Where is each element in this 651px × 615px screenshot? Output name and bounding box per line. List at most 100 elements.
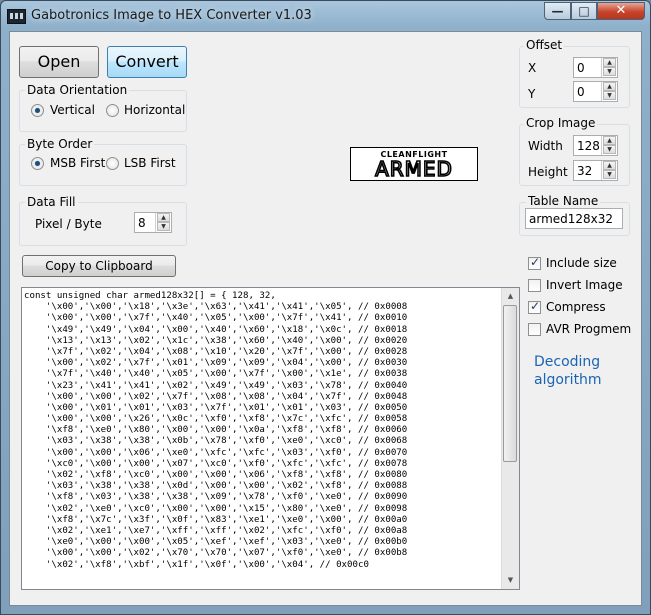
code-line: '\x23','\x41','\x41','\x02','\x49','\x49… — [24, 380, 408, 391]
include-size-checkbox[interactable] — [528, 255, 541, 270]
code-line: '\xc0','\x00','\x00','\x07','\xc0','\xf0… — [24, 458, 408, 469]
app-icon[interactable] — [7, 9, 26, 24]
code-line: '\x00','\x00','\x18','\x3e','\x63','\x41… — [24, 302, 408, 313]
offset-x-value[interactable]: 0 — [577, 61, 585, 75]
table-name-input[interactable]: armed128x32 — [525, 208, 623, 229]
horizontal-radio[interactable] — [106, 104, 119, 117]
window-title: Gabotronics Image to HEX Converter v1.03 — [31, 8, 312, 23]
minimize-icon: — — [551, 4, 564, 18]
pixel-per-byte-spinner[interactable]: 8 ▲ ▼ — [134, 212, 172, 233]
code-line: '\x02','\xe1','\xe7','\xff','\xff','\x02… — [24, 525, 408, 536]
lsb-first-label[interactable]: LSB First — [124, 156, 176, 170]
code-line: '\x00','\x00','\x7f','\x40','\x05','\x00… — [24, 313, 408, 324]
code-line: '\x00','\x01','\x01','\x03','\x7f','\x01… — [24, 402, 408, 413]
data-fill-title: Data Fill — [25, 195, 78, 209]
code-line: '\xe0','\x00','\x00','\x05','\xef','\xef… — [24, 537, 408, 548]
crop-width-label: Width — [528, 139, 563, 153]
spinner-arrows: ▲ ▼ — [155, 213, 171, 232]
code-line: '\x02','\xe0','\xc0','\x00','\x00','\x15… — [24, 503, 408, 514]
compress-label[interactable]: Compress — [546, 300, 606, 314]
code-line: '\x00','\x00','\x26','\x0c','\xf0','\xf8… — [24, 414, 408, 425]
code-line: '\xf8','\xe0','\x80','\x00','\x00','\x0a… — [24, 425, 408, 436]
preview-main-text: ARMED — [375, 157, 453, 180]
spin-up-icon[interactable]: ▲ — [603, 58, 616, 67]
code-line: '\x02','\xf8','\xc0','\x00','\x00','\x06… — [24, 470, 408, 480]
horizontal-label[interactable]: Horizontal — [124, 103, 185, 117]
code-line: '\x49','\x49','\x04','\x00','\x40','\x60… — [24, 324, 408, 335]
code-line: '\xf8','\x03','\x38','\x38','\x09','\x78… — [24, 492, 408, 503]
output-code-text[interactable]: const unsigned char armed128x32[] = { 12… — [24, 291, 407, 571]
decoding-algorithm-link[interactable]: Decoding algorithm — [534, 353, 614, 389]
maximize-button[interactable]: □ — [571, 2, 597, 20]
copy-to-clipboard-button[interactable]: Copy to Clipboard — [22, 255, 176, 277]
spin-down-icon[interactable]: ▼ — [157, 222, 170, 231]
vertical-radio[interactable] — [31, 104, 44, 117]
close-button[interactable]: ✕ — [597, 2, 645, 20]
maximize-icon: □ — [578, 4, 590, 18]
code-line: '\x00','\x02','\x7f','\x01','\x09','\x09… — [24, 358, 408, 369]
vertical-scrollbar[interactable]: ▲ ▼ — [501, 288, 519, 589]
offset-title: Offset — [524, 38, 565, 52]
crop-width-spinner[interactable]: 128 ▲ ▼ — [573, 135, 618, 156]
offset-y-spinner[interactable]: 0 ▲ ▼ — [573, 81, 618, 102]
pixel-per-byte-value[interactable]: 8 — [138, 216, 146, 230]
spinner-arrows: ▲ ▼ — [601, 82, 617, 101]
crop-width-value[interactable]: 128 — [577, 139, 600, 153]
scroll-down-icon[interactable]: ▼ — [502, 572, 519, 589]
open-button[interactable]: Open — [19, 46, 99, 78]
output-code-textarea[interactable]: const unsigned char armed128x32[] = { 12… — [21, 287, 520, 590]
msb-first-label[interactable]: MSB First — [50, 156, 105, 170]
crop-image-title: Crop Image — [524, 116, 598, 130]
compress-checkbox[interactable] — [528, 299, 541, 314]
client-area: Open Convert Data Orientation Vertical H… — [9, 31, 642, 606]
spinner-arrows: ▲ ▼ — [601, 136, 617, 155]
spinner-arrows: ▲ ▼ — [601, 58, 617, 77]
table-name-title: Table Name — [526, 194, 601, 208]
spin-down-icon[interactable]: ▼ — [603, 170, 616, 179]
code-line: '\x03','\x38','\x38','\x0d','\x00','\x00… — [24, 481, 408, 492]
avr-progmem-label[interactable]: AVR Progmem — [546, 322, 631, 336]
spin-down-icon[interactable]: ▼ — [603, 145, 616, 154]
spin-up-icon[interactable]: ▲ — [603, 161, 616, 170]
spin-up-icon[interactable]: ▲ — [157, 213, 170, 222]
code-line: '\x13','\x13','\x02','\x1c','\x38','\x60… — [24, 335, 408, 346]
avr-progmem-checkbox[interactable] — [528, 323, 541, 336]
pixel-per-byte-label: Pixel / Byte — [35, 217, 102, 231]
include-size-label[interactable]: Include size — [546, 256, 617, 270]
crop-height-value[interactable]: 32 — [577, 164, 592, 178]
scroll-thumb[interactable] — [503, 305, 517, 462]
offset-y-label: Y — [528, 87, 536, 101]
offset-x-spinner[interactable]: 0 ▲ ▼ — [573, 57, 618, 78]
crop-height-spinner[interactable]: 32 ▲ ▼ — [573, 160, 618, 181]
crop-height-label: Height — [528, 165, 568, 179]
application-window: Gabotronics Image to HEX Converter v1.03… — [0, 0, 651, 615]
vertical-label[interactable]: Vertical — [50, 103, 95, 117]
invert-image-checkbox[interactable] — [528, 279, 541, 292]
spin-down-icon[interactable]: ▼ — [603, 91, 616, 100]
close-icon: ✕ — [615, 3, 627, 18]
code-line: '\x7f','\x40','\x40','\x05','\x00','\x7f… — [24, 369, 408, 380]
lsb-first-radio[interactable] — [106, 157, 119, 170]
offset-y-value[interactable]: 0 — [577, 85, 585, 99]
code-line: '\x00','\x00','\x02','\x70','\x70','\x07… — [24, 548, 408, 559]
code-line: const unsigned char armed128x32[] = { 12… — [24, 291, 276, 301]
code-line: '\xf8','\x7c','\x3f','\x0f','\x83','\xe1… — [24, 514, 408, 525]
msb-first-radio[interactable] — [31, 157, 44, 170]
data-orientation-title: Data Orientation — [25, 83, 130, 97]
title-bar[interactable]: Gabotronics Image to HEX Converter v1.03… — [1, 1, 650, 31]
spin-up-icon[interactable]: ▲ — [603, 136, 616, 145]
minimize-button[interactable]: — — [544, 2, 571, 20]
spin-up-icon[interactable]: ▲ — [603, 82, 616, 91]
code-line: '\x7f','\x02','\x04','\x08','\x10','\x20… — [24, 346, 408, 357]
code-line: '\x00','\x00','\x02','\x7f','\x08','\x08… — [24, 391, 408, 402]
spinner-arrows: ▲ ▼ — [601, 161, 617, 180]
code-line: '\x03','\x38','\x38','\x0b','\x78','\xf0… — [24, 436, 408, 447]
offset-x-label: X — [528, 61, 537, 75]
invert-image-label[interactable]: Invert Image — [546, 278, 623, 292]
code-line: '\x00','\x00','\x06','\xe0','\xfc','\xfc… — [24, 447, 408, 458]
image-preview: CLEANFLIGHT ARMED — [350, 147, 478, 181]
scroll-up-icon[interactable]: ▲ — [502, 288, 519, 305]
convert-button[interactable]: Convert — [107, 46, 187, 78]
code-line: '\x02','\xf8','\xbf','\x1f','\x0f','\x00… — [24, 559, 369, 570]
spin-down-icon[interactable]: ▼ — [603, 67, 616, 76]
